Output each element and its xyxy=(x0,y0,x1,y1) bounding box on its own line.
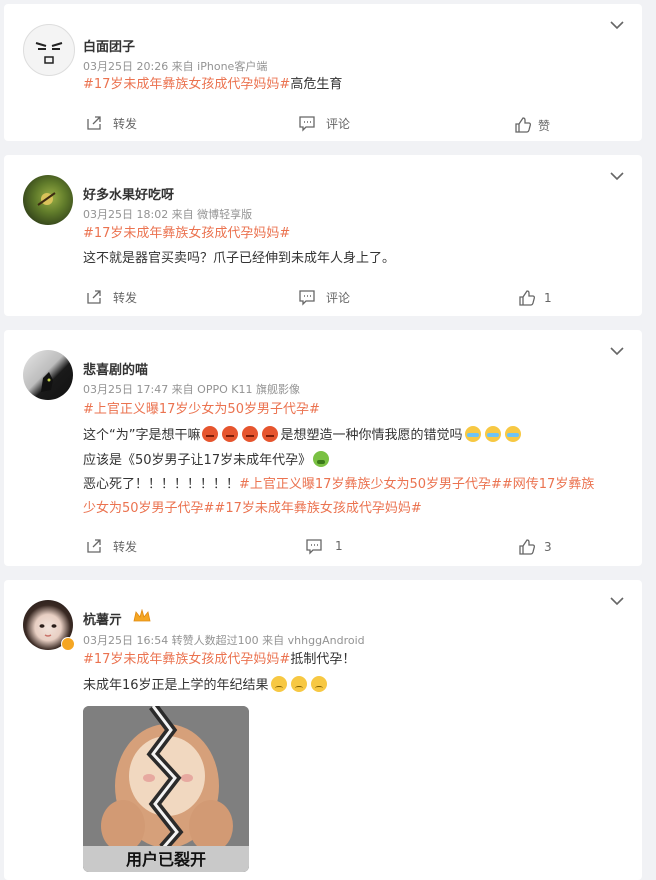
comment-card: 白面团子 03月25日 20:26 来自 iPhone客户端 #17岁未成年彝族… xyxy=(4,4,642,141)
comment-button[interactable]: 评论 xyxy=(298,114,350,132)
comment-card: 好多水果好吃呀 03月25日 18:02 来自 微博轻享版 #17岁未成年彝族女… xyxy=(4,155,642,316)
cry-emoji-icon xyxy=(464,426,481,442)
repost-icon xyxy=(87,116,101,130)
comment-text: 未成年16岁正是上学的年纪结果 xyxy=(83,678,269,693)
comment-card: 悲喜剧的喵 03月25日 17:47 来自 OPPO K11 旗舰影像 #上官正… xyxy=(4,330,642,566)
repost-button[interactable]: 转发 xyxy=(85,114,137,132)
comment-text: 这个“为”字是想干嘛 xyxy=(83,428,201,443)
hashtag-link[interactable]: #上官正义曝17岁彝族少女为50岁男子代孕##网传17岁彝族 xyxy=(239,477,594,492)
thumbs-up-icon xyxy=(519,290,535,306)
like-button[interactable]: 1 xyxy=(518,289,552,307)
thumbs-up-icon xyxy=(519,539,535,555)
comment-label: 评论 xyxy=(326,290,351,305)
angry-emoji-icon xyxy=(262,426,279,442)
comment-count: 1 xyxy=(335,539,343,553)
avatar[interactable] xyxy=(23,350,73,400)
comment-label: 评论 xyxy=(326,116,351,131)
repost-button[interactable]: 转发 xyxy=(85,537,137,555)
chevron-down-icon[interactable] xyxy=(610,20,624,30)
hashtag-link[interactable]: #上官正义曝17岁少女为50岁男子代孕# xyxy=(83,402,320,417)
hashtag-link[interactable]: #17岁未成年彝族女孩成代孕妈妈# xyxy=(83,77,290,92)
cry-emoji-icon xyxy=(484,426,501,442)
username[interactable]: 悲喜剧的喵 xyxy=(83,359,148,378)
comment-meta: 03月25日 16:54 转赞人数超过100 来自 vhhggAndroid xyxy=(83,634,365,647)
comment-meta: 03月25日 17:47 来自 OPPO K11 旗舰影像 xyxy=(83,383,300,396)
chevron-down-icon[interactable] xyxy=(610,171,624,181)
angry-emoji-icon xyxy=(202,426,219,442)
comment-text: 高危生育 xyxy=(290,77,343,92)
username[interactable]: 杭薯亓 xyxy=(83,609,122,628)
avatar[interactable] xyxy=(23,175,73,225)
comment-button[interactable]: 评论 xyxy=(298,288,350,306)
sad-emoji-icon xyxy=(310,676,327,692)
comment-icon xyxy=(299,116,315,132)
comment-card: 杭薯亓 03月25日 16:54 转赞人数超过100 来自 vhhggAndro… xyxy=(4,580,642,880)
username[interactable]: 白面团子 xyxy=(83,36,135,55)
repost-label: 转发 xyxy=(113,116,138,131)
comment-line: 这个“为”字是想干嘛 是想塑造一种你情我愿的错觉吗 xyxy=(83,426,523,445)
repost-button[interactable]: 转发 xyxy=(85,288,137,306)
sad-emoji-icon xyxy=(270,676,287,692)
like-count: 1 xyxy=(544,291,552,305)
comment-image[interactable]: 用户已裂开 xyxy=(83,706,249,872)
comment-text: 抵制代孕！ xyxy=(290,652,356,667)
like-button[interactable]: 赞 xyxy=(514,116,550,134)
hashtag-link[interactable]: #17岁未成年彝族女孩成代孕妈妈# xyxy=(83,652,290,667)
image-caption: 用户已裂开 xyxy=(125,850,206,869)
like-button[interactable]: 3 xyxy=(518,538,552,556)
chevron-down-icon[interactable] xyxy=(610,346,624,356)
comment-icon xyxy=(306,539,322,555)
angry-emoji-icon xyxy=(242,426,259,442)
username[interactable]: 好多水果好吃呀 xyxy=(83,184,174,203)
repost-label: 转发 xyxy=(113,290,138,305)
comment-line: #上官正义曝17岁少女为50岁男子代孕# xyxy=(83,401,320,419)
angry-emoji-icon xyxy=(222,426,239,442)
like-label: 赞 xyxy=(538,118,551,133)
comment-line: #17岁未成年彝族女孩成代孕妈妈# xyxy=(83,225,290,243)
avatar[interactable] xyxy=(23,24,75,76)
sick-emoji-icon xyxy=(313,451,330,467)
comment-text: 恶心死了！！！！！！！！ xyxy=(83,477,240,492)
chevron-down-icon[interactable] xyxy=(610,596,624,606)
comment-icon xyxy=(299,290,315,306)
comment-line: 恶心死了！！！！！！！！#上官正义曝17岁彝族少女为50岁男子代孕##网传17岁… xyxy=(83,476,594,494)
comment-line: #17岁未成年彝族女孩成代孕妈妈#抵制代孕！ xyxy=(83,651,355,669)
repost-icon xyxy=(87,290,101,304)
hashtag-link[interactable]: 少女为50岁男子代孕##17岁未成年彝族女孩成代孕妈妈# xyxy=(83,501,422,516)
repost-icon xyxy=(87,539,101,553)
like-count: 3 xyxy=(544,540,552,554)
comment-line: 未成年16岁正是上学的年纪结果 xyxy=(83,676,329,695)
hashtag-link[interactable]: #17岁未成年彝族女孩成代孕妈妈# xyxy=(83,226,290,241)
repost-label: 转发 xyxy=(113,539,138,554)
cry-emoji-icon xyxy=(504,426,521,442)
crown-icon xyxy=(133,609,151,622)
comment-button[interactable]: 1 xyxy=(305,537,343,555)
comment-line: #17岁未成年彝族女孩成代孕妈妈#高危生育 xyxy=(83,76,342,94)
comment-meta: 03月25日 20:26 来自 iPhone客户端 xyxy=(83,60,268,73)
comment-text: 应该是《50岁男子让17岁未成年代孕》 xyxy=(83,453,312,468)
verified-badge-icon xyxy=(61,637,75,651)
comment-line: 应该是《50岁男子让17岁未成年代孕》 xyxy=(83,451,331,470)
thumbs-up-icon xyxy=(515,117,531,133)
comment-text: 是想塑造一种你情我愿的错觉吗 xyxy=(280,428,463,443)
comment-meta: 03月25日 18:02 来自 微博轻享版 xyxy=(83,208,253,221)
comment-line: 这不就是器官买卖吗？爪子已经伸到未成年人身上了。 xyxy=(83,250,395,268)
comment-line: 少女为50岁男子代孕##17岁未成年彝族女孩成代孕妈妈# xyxy=(83,500,422,518)
sad-emoji-icon xyxy=(290,676,307,692)
comment-text: 这不就是器官买卖吗？爪子已经伸到未成年人身上了。 xyxy=(83,251,396,266)
